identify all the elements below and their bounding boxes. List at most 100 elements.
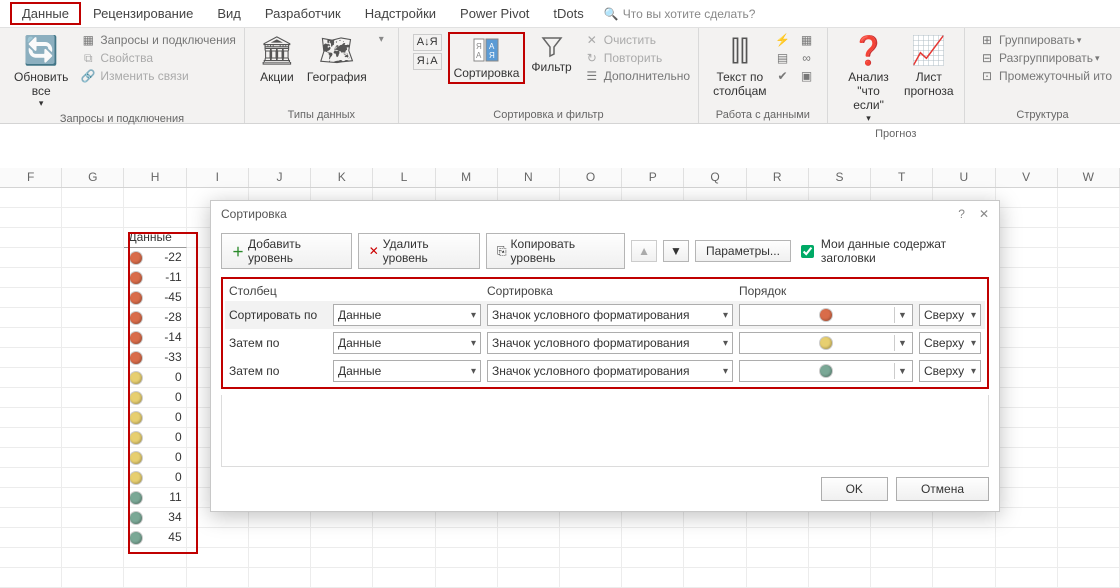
move-down-button[interactable]: ▼ <box>663 240 689 262</box>
column-header[interactable]: J <box>249 168 311 187</box>
cell[interactable] <box>1058 468 1120 488</box>
cell[interactable]: -22 <box>124 248 186 268</box>
cancel-button[interactable]: Отмена <box>896 477 989 501</box>
tab-developer[interactable]: Разработчик <box>253 2 353 25</box>
move-up-button[interactable]: ▲ <box>631 240 657 262</box>
column-header[interactable]: K <box>311 168 373 187</box>
edit-links-button[interactable]: 🔗Изменить связи <box>80 68 236 84</box>
cell[interactable] <box>1058 488 1120 508</box>
tab-data[interactable]: Данные <box>10 2 81 25</box>
cell[interactable] <box>62 428 124 448</box>
cell[interactable]: -28 <box>124 308 186 328</box>
column-header[interactable]: P <box>622 168 684 187</box>
cell[interactable] <box>996 288 1058 308</box>
cell[interactable] <box>996 468 1058 488</box>
cell[interactable] <box>498 528 560 548</box>
column-header[interactable]: H <box>124 168 186 187</box>
cell[interactable] <box>0 368 62 388</box>
cell[interactable] <box>0 248 62 268</box>
column-header[interactable]: S <box>809 168 871 187</box>
cell[interactable] <box>0 348 62 368</box>
cell[interactable] <box>747 528 809 548</box>
cell[interactable]: 0 <box>124 408 186 428</box>
cell[interactable] <box>0 448 62 468</box>
column-header[interactable]: W <box>1058 168 1120 187</box>
cell[interactable] <box>1058 208 1120 228</box>
tab-view[interactable]: Вид <box>205 2 253 25</box>
sort-desc-icon[interactable]: Я↓А <box>413 53 442 70</box>
cell[interactable]: 34 <box>124 508 186 528</box>
subtotal-button[interactable]: ⊡Промежуточный ито <box>979 68 1112 84</box>
cell[interactable] <box>1058 408 1120 428</box>
cell[interactable] <box>996 228 1058 248</box>
cell[interactable] <box>622 548 684 568</box>
cell[interactable] <box>0 268 62 288</box>
sort-position-select[interactable]: Сверху▾ <box>919 332 981 354</box>
cell[interactable] <box>933 528 995 548</box>
cell[interactable] <box>0 328 62 348</box>
cell[interactable] <box>0 488 62 508</box>
cell[interactable] <box>187 528 249 548</box>
sort-column-select[interactable]: Данные▾ <box>333 360 481 382</box>
cell[interactable]: 0 <box>124 388 186 408</box>
dialog-help-button[interactable]: ? <box>958 207 965 221</box>
cell[interactable]: -33 <box>124 348 186 368</box>
cell[interactable] <box>62 508 124 528</box>
cell[interactable] <box>187 568 249 588</box>
cell[interactable] <box>373 528 435 548</box>
sort-position-select[interactable]: Сверху▾ <box>919 304 981 326</box>
cell[interactable] <box>996 348 1058 368</box>
forecast-button[interactable]: 📈 Лист прогноза <box>902 32 956 100</box>
column-header[interactable]: O <box>560 168 622 187</box>
cell[interactable] <box>0 508 62 528</box>
cell[interactable] <box>1058 428 1120 448</box>
queries-connections-button[interactable]: ▦Запросы и подключения <box>80 32 236 48</box>
cell[interactable] <box>996 488 1058 508</box>
whatif-button[interactable]: ❓ Анализ "что если"▾ <box>836 32 902 126</box>
cell[interactable] <box>436 528 498 548</box>
cell[interactable] <box>62 288 124 308</box>
cell[interactable] <box>809 568 871 588</box>
cell[interactable] <box>560 548 622 568</box>
cell[interactable] <box>996 448 1058 468</box>
consolidate-button[interactable]: ▦ <box>799 32 819 48</box>
cell[interactable] <box>249 568 311 588</box>
sort-on-select[interactable]: Значок условного форматирования▾ <box>487 304 733 326</box>
cell[interactable] <box>1058 248 1120 268</box>
cell[interactable] <box>1058 188 1120 208</box>
sort-on-select[interactable]: Значок условного форматирования▾ <box>487 360 733 382</box>
sort-options-button[interactable]: Параметры... <box>695 240 791 262</box>
cell[interactable] <box>1058 308 1120 328</box>
tab-powerpivot[interactable]: Power Pivot <box>448 2 541 25</box>
my-data-headers-checkbox[interactable]: Мои данные содержат заголовки <box>797 237 989 265</box>
geography-button[interactable]: 🗺 География <box>301 32 373 86</box>
cell[interactable]: -11 <box>124 268 186 288</box>
advanced-filter-button[interactable]: ☰Дополнительно <box>584 68 690 84</box>
cell[interactable] <box>249 548 311 568</box>
stocks-button[interactable]: 🏛 Акции <box>253 32 301 86</box>
cell[interactable] <box>1058 368 1120 388</box>
add-level-button[interactable]: ＋Добавить уровень <box>221 233 352 269</box>
cell[interactable] <box>1058 508 1120 528</box>
cell[interactable] <box>0 188 62 208</box>
cell[interactable] <box>996 208 1058 228</box>
cell[interactable] <box>809 548 871 568</box>
sort-on-select[interactable]: Значок условного форматирования▾ <box>487 332 733 354</box>
copy-level-button[interactable]: ⎘Копировать уровень <box>486 233 625 269</box>
cell[interactable] <box>62 468 124 488</box>
cell[interactable]: Данные <box>124 228 186 248</box>
data-validation-button[interactable]: ✔ <box>775 68 795 84</box>
sort-icon-select[interactable]: ▼ <box>739 360 913 382</box>
cell[interactable] <box>311 528 373 548</box>
cell[interactable] <box>1058 288 1120 308</box>
cell[interactable] <box>622 568 684 588</box>
cell[interactable] <box>0 308 62 328</box>
cell[interactable] <box>0 468 62 488</box>
cell[interactable] <box>436 548 498 568</box>
cell[interactable] <box>684 568 746 588</box>
cell[interactable]: 0 <box>124 428 186 448</box>
remove-dup-button[interactable]: ▤ <box>775 50 795 66</box>
cell[interactable] <box>996 568 1058 588</box>
column-header[interactable]: V <box>996 168 1058 187</box>
cell[interactable] <box>62 448 124 468</box>
